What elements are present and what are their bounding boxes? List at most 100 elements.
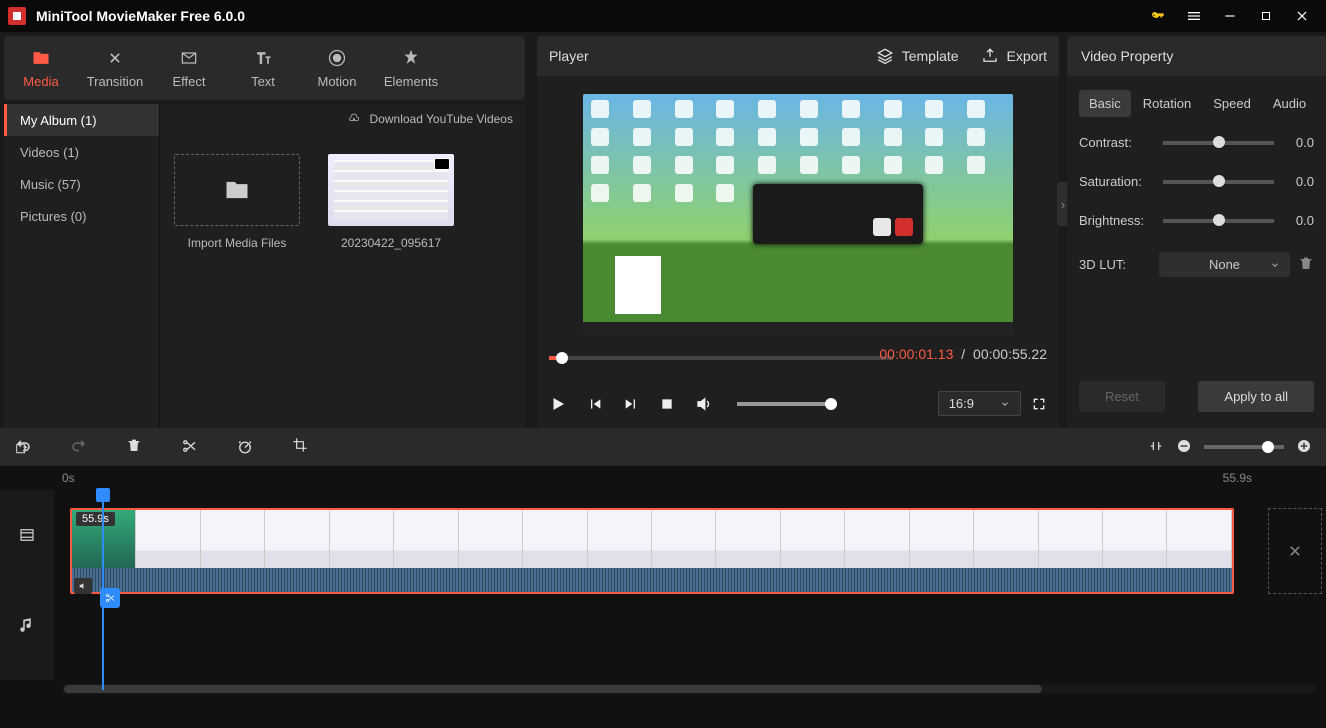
player-header: Player Template Export — [537, 36, 1059, 76]
play-button[interactable] — [549, 395, 567, 413]
timeline-clip[interactable]: 55.9s — [70, 508, 1234, 594]
clip-name: 20230422_095617 — [328, 236, 454, 250]
download-youtube-link[interactable]: Download YouTube Videos — [346, 112, 513, 126]
player-title: Player — [549, 48, 589, 64]
template-button[interactable]: Template — [876, 47, 959, 65]
export-icon — [981, 47, 999, 65]
saturation-value: 0.0 — [1286, 174, 1314, 189]
crop-button[interactable] — [292, 437, 308, 458]
tab-label: Text — [251, 74, 275, 89]
lut-select[interactable]: None — [1159, 252, 1290, 277]
tab-text[interactable]: Text — [226, 36, 300, 100]
chevron-down-icon — [1270, 260, 1280, 270]
seek-bar[interactable] — [549, 356, 893, 360]
ruler-start: 0s — [62, 471, 75, 485]
video-preview[interactable] — [583, 94, 1013, 336]
saturation-label: Saturation: — [1079, 174, 1151, 189]
contrast-slider[interactable] — [1163, 141, 1274, 145]
aspect-ratio-select[interactable]: 16:9 — [938, 391, 1021, 416]
app-logo — [8, 7, 26, 25]
tab-label: Effect — [172, 74, 205, 89]
timeline-scrollbar[interactable] — [62, 684, 1316, 694]
timeline-tracks: 55.9s — [0, 490, 1326, 680]
contrast-value: 0.0 — [1286, 135, 1314, 150]
import-label: Import Media Files — [174, 236, 300, 250]
saturation-slider[interactable] — [1163, 180, 1274, 184]
prop-tab-audio[interactable]: Audio — [1263, 90, 1316, 117]
tab-elements[interactable]: Elements — [374, 36, 448, 100]
brightness-slider[interactable] — [1163, 219, 1274, 223]
split-button[interactable] — [180, 437, 198, 458]
layers-icon — [876, 47, 894, 65]
zoom-in-button[interactable] — [1296, 438, 1312, 457]
lut-label: 3D LUT: — [1079, 257, 1151, 272]
fullscreen-button[interactable] — [1031, 396, 1047, 412]
brightness-label: Brightness: — [1079, 213, 1151, 228]
folder-icon — [223, 176, 251, 204]
license-key-icon[interactable] — [1142, 0, 1174, 32]
category-videos[interactable]: Videos (1) — [4, 136, 159, 168]
zoom-slider[interactable] — [1204, 445, 1284, 449]
clip-thumbnails — [72, 510, 1232, 568]
minimize-button[interactable] — [1214, 0, 1246, 32]
tab-effect[interactable]: Effect — [152, 36, 226, 100]
next-frame-button[interactable] — [623, 396, 639, 412]
add-track-button[interactable] — [14, 442, 30, 461]
ruler-end: 55.9s — [1223, 471, 1252, 485]
category-music[interactable]: Music (57) — [4, 168, 159, 200]
preview-doc-thumb — [615, 256, 661, 314]
clip-mute-button[interactable] — [74, 578, 92, 594]
fit-timeline-button[interactable] — [1148, 438, 1164, 457]
audio-track-icon — [0, 580, 54, 670]
contrast-label: Contrast: — [1079, 135, 1151, 150]
delete-lut-button[interactable] — [1298, 255, 1314, 274]
app-title: MiniTool MovieMaker Free 6.0.0 — [36, 8, 245, 24]
clip-duration-badge: 55.9s — [76, 512, 115, 526]
brightness-value: 0.0 — [1286, 213, 1314, 228]
volume-button[interactable] — [695, 395, 713, 413]
category-my-album[interactable]: My Album (1) — [4, 104, 159, 136]
prev-frame-button[interactable] — [587, 396, 603, 412]
prop-tab-rotation[interactable]: Rotation — [1133, 90, 1201, 117]
media-clip-item[interactable]: 20230422_095617 — [328, 154, 454, 250]
timeline: 0s 55.9s 55.9s — [0, 428, 1326, 728]
reset-button[interactable]: Reset — [1079, 381, 1165, 412]
menu-icon[interactable] — [1178, 0, 1210, 32]
prop-tab-speed[interactable]: Speed — [1203, 90, 1261, 117]
tab-motion[interactable]: Motion — [300, 36, 374, 100]
volume-slider[interactable] — [737, 402, 837, 406]
apply-all-button[interactable]: Apply to all — [1198, 381, 1314, 412]
time-current: 00:00:01.13 — [879, 346, 953, 362]
prop-tab-basic[interactable]: Basic — [1079, 90, 1131, 117]
import-media-card[interactable]: Import Media Files — [174, 154, 300, 250]
time-total: 00:00:55.22 — [973, 346, 1047, 362]
video-badge-icon — [434, 158, 450, 170]
tab-media[interactable]: Media — [4, 36, 78, 100]
media-library: Download YouTube Videos Import Media Fil… — [160, 104, 525, 428]
chevron-down-icon — [1000, 399, 1010, 409]
tab-label: Elements — [384, 74, 438, 89]
clip-split-handle[interactable] — [100, 588, 120, 608]
stop-button[interactable] — [659, 396, 675, 412]
main-toolbar: Media Transition Effect Text Motion Elem… — [4, 36, 525, 100]
tab-label: Motion — [317, 74, 356, 89]
video-track-icon — [0, 490, 54, 580]
preview-recorder-box — [753, 184, 923, 244]
maximize-button[interactable] — [1250, 0, 1282, 32]
redo-button[interactable] — [70, 437, 88, 458]
delete-button[interactable] — [126, 437, 142, 458]
export-button[interactable]: Export — [981, 47, 1047, 65]
speed-button[interactable] — [236, 437, 254, 458]
timeline-toolbar — [0, 428, 1326, 466]
tab-transition[interactable]: Transition — [78, 36, 152, 100]
transition-slot[interactable] — [1268, 508, 1322, 594]
zoom-out-button[interactable] — [1176, 438, 1192, 457]
video-property-body: Basic Rotation Speed Audio Contrast: 0.0… — [1067, 76, 1326, 428]
timeline-ruler[interactable]: 0s 55.9s — [0, 466, 1326, 490]
category-pictures[interactable]: Pictures (0) — [4, 200, 159, 232]
video-property-header: Video Property — [1067, 36, 1326, 76]
close-button[interactable] — [1286, 0, 1318, 32]
tab-label: Media — [23, 74, 58, 89]
player-body: 00:00:01.13 / 00:00:55.22 16:9 — [537, 76, 1059, 428]
media-category-sidebar: My Album (1) Videos (1) Music (57) Pictu… — [4, 104, 160, 428]
